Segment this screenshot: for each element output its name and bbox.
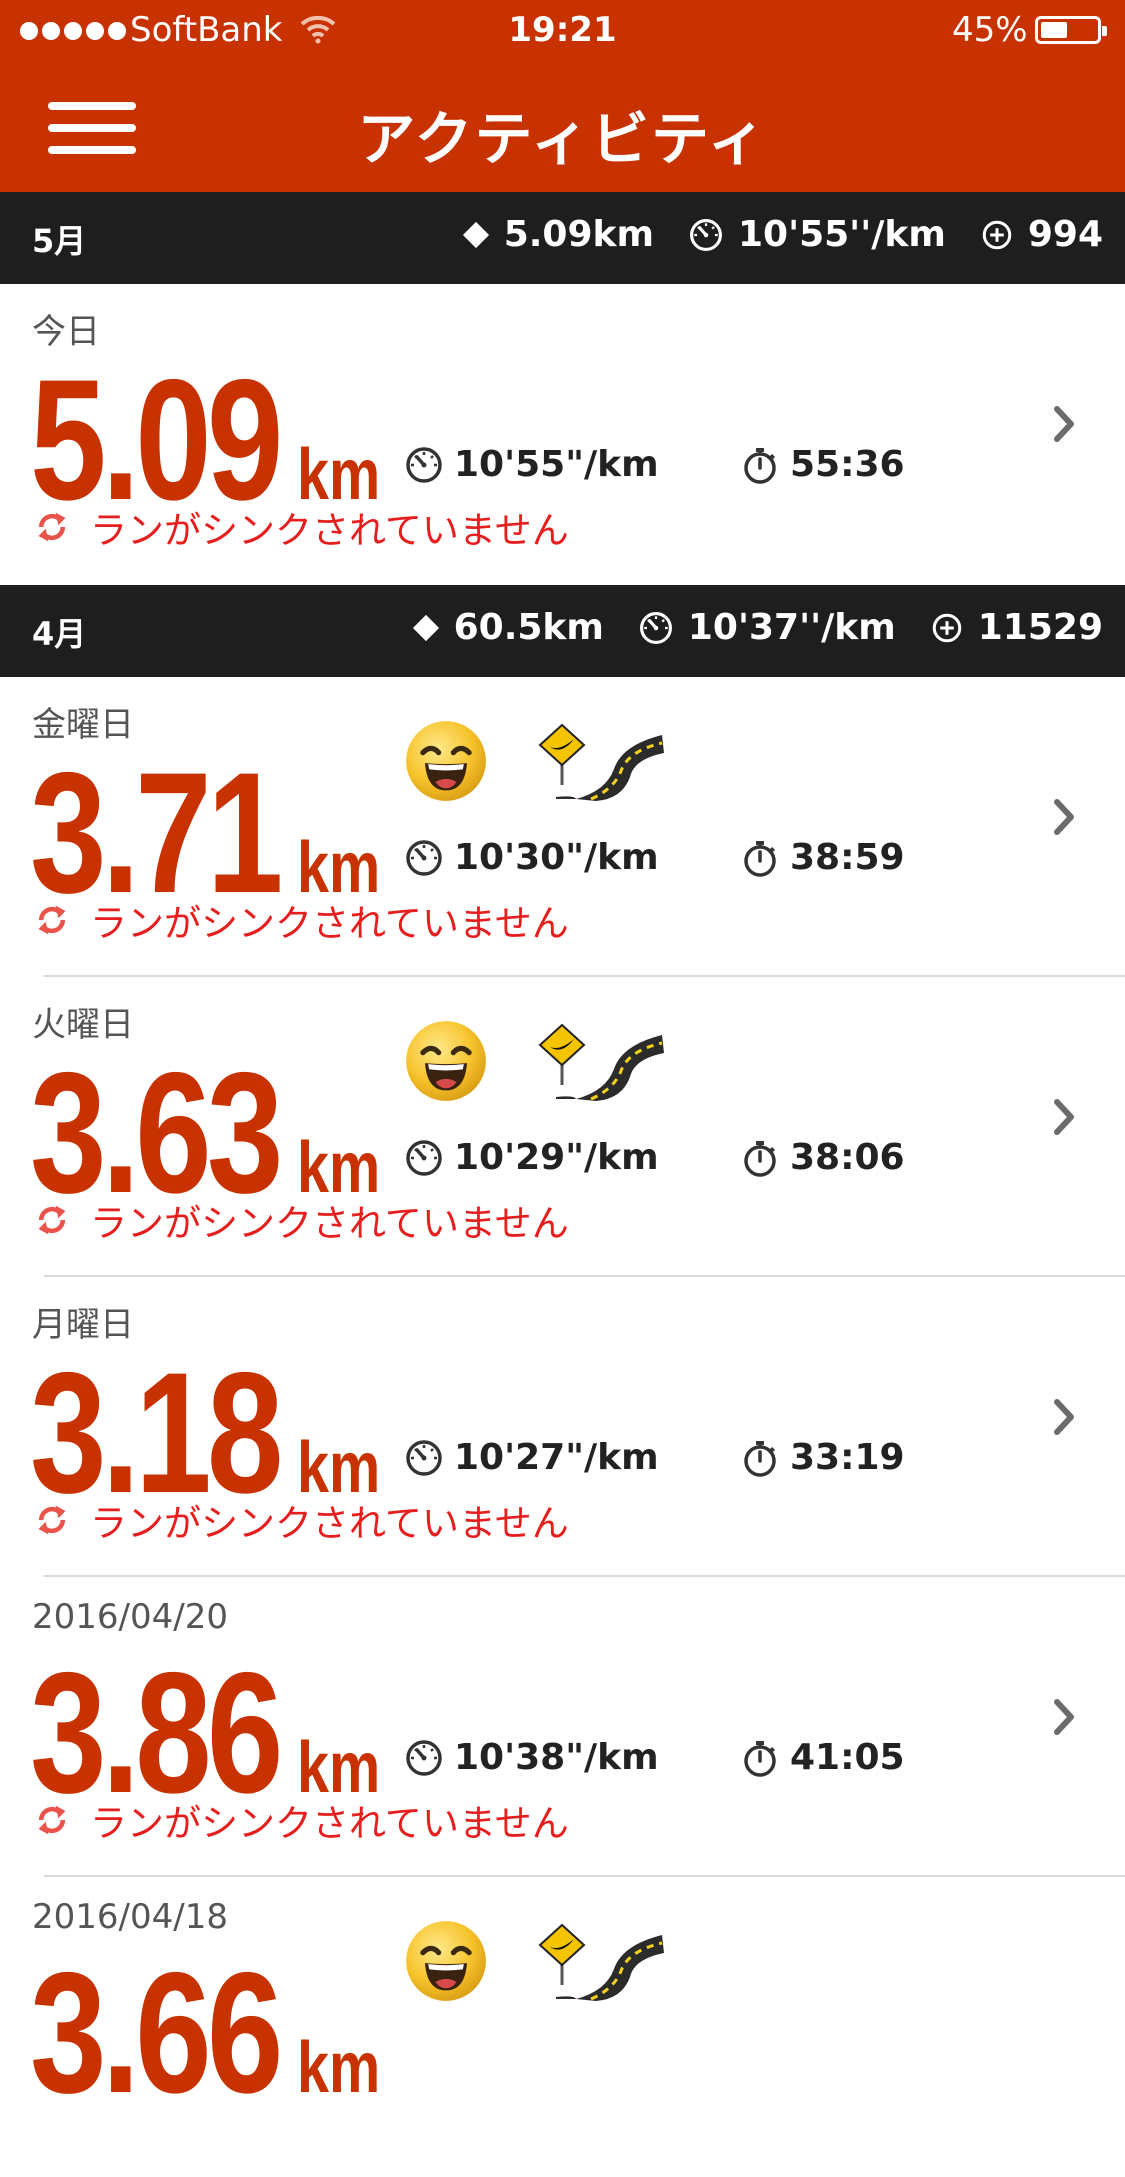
run-duration: 41:05 [740, 1737, 905, 1778]
run-pace: 10'30"/km [404, 837, 659, 878]
month-stats: 60.5km 10'37''/km 11529 [412, 607, 1103, 648]
fuel-points-icon [980, 218, 1014, 252]
sync-status: ランがシンクされていません [34, 1493, 569, 1547]
chevron-right-icon[interactable] [1051, 404, 1077, 444]
sync-status: ランがシンクされていません [34, 500, 569, 554]
battery-percentage: 45% [952, 10, 1028, 50]
run-distance: 3.66 km [30, 1937, 381, 2129]
month-fuel: 11529 [977, 607, 1103, 648]
sync-icon [34, 1802, 70, 1838]
chevron-right-icon[interactable] [1051, 1097, 1077, 1137]
month-summary-header: 5月 5.09km 10'55''/km 994 [0, 192, 1125, 284]
run-badges [404, 1019, 666, 1103]
smiley-icon [404, 719, 488, 803]
status-bar: SoftBank 19:21 45% [0, 0, 1125, 62]
run-date: 2016/04/20 [32, 1597, 228, 1637]
run-badges [404, 719, 666, 803]
run-duration: 33:19 [740, 1437, 905, 1478]
sync-icon [34, 509, 70, 545]
pace-gauge-icon [404, 1438, 444, 1478]
month-distance: 60.5km [453, 607, 604, 648]
month-pace: 10'37''/km [687, 607, 896, 648]
road-badge-icon [536, 721, 666, 801]
run-row[interactable]: 2016/04/18 3.66 km [0, 1877, 1125, 2177]
run-date: 2016/04/18 [32, 1897, 228, 1937]
month-fuel: 994 [1027, 214, 1103, 255]
pace-gauge-icon [404, 1138, 444, 1178]
run-pace: 10'29"/km [404, 1137, 659, 1178]
month-distance: 5.09km [503, 214, 654, 255]
fuel-points-icon [930, 611, 964, 645]
smiley-icon [404, 1919, 488, 2003]
distance-diamond-icon [412, 614, 440, 642]
run-row[interactable]: 今日 5.09 km 10'55"/km 55:36 ランがシンクされていません [0, 284, 1125, 584]
stopwatch-icon [740, 1738, 780, 1778]
run-pace: 10'55"/km [404, 444, 659, 485]
stopwatch-icon [740, 1138, 780, 1178]
pace-gauge-icon [404, 838, 444, 878]
smiley-icon [404, 1019, 488, 1103]
sync-icon [34, 1202, 70, 1238]
sync-icon [34, 902, 70, 938]
chevron-right-icon[interactable] [1051, 1697, 1077, 1737]
pace-gauge-icon [688, 217, 724, 253]
month-label: 4月 [32, 615, 87, 653]
run-row[interactable]: 火曜日 3.63 km 10'29"/km 38:06 ランがシンクされていません [0, 977, 1125, 1277]
pace-gauge-icon [638, 610, 674, 646]
distance-diamond-icon [462, 221, 490, 249]
page-title: アクティビティ [357, 105, 768, 173]
run-row[interactable]: 月曜日 3.18 km 10'27"/km 33:19 ランがシンクされていません [0, 1277, 1125, 1577]
sync-status: ランがシンクされていません [34, 1793, 569, 1847]
run-duration: 38:06 [740, 1137, 905, 1178]
road-badge-icon [536, 1021, 666, 1101]
run-pace: 10'38"/km [404, 1737, 659, 1778]
sync-icon [34, 1502, 70, 1538]
month-label: 5月 [32, 222, 87, 260]
run-duration: 38:59 [740, 837, 905, 878]
battery-icon [1035, 16, 1107, 44]
navigation-bar: アクティビティ [0, 62, 1125, 192]
sync-status: ランがシンクされていません [34, 1193, 569, 1247]
run-row[interactable]: 2016/04/20 3.86 km 10'38"/km 41:05 ランがシンク… [0, 1577, 1125, 1877]
stopwatch-icon [740, 838, 780, 878]
chevron-right-icon[interactable] [1051, 797, 1077, 837]
month-summary-header: 4月 60.5km 10'37''/km 11529 [0, 585, 1125, 677]
pace-gauge-icon [404, 1738, 444, 1778]
run-pace: 10'27"/km [404, 1437, 659, 1478]
pace-gauge-icon [404, 445, 444, 485]
run-duration: 55:36 [740, 444, 905, 485]
stopwatch-icon [740, 445, 780, 485]
sync-status: ランがシンクされていません [34, 893, 569, 947]
run-badges [404, 1919, 666, 2003]
road-badge-icon [536, 1921, 666, 2001]
run-row[interactable]: 金曜日 3.71 km 10'30"/km 38:59 ランがシンクされていません [0, 677, 1125, 977]
month-pace: 10'55''/km [737, 214, 946, 255]
chevron-right-icon[interactable] [1051, 1397, 1077, 1437]
month-stats: 5.09km 10'55''/km 994 [462, 214, 1103, 255]
stopwatch-icon [740, 1438, 780, 1478]
